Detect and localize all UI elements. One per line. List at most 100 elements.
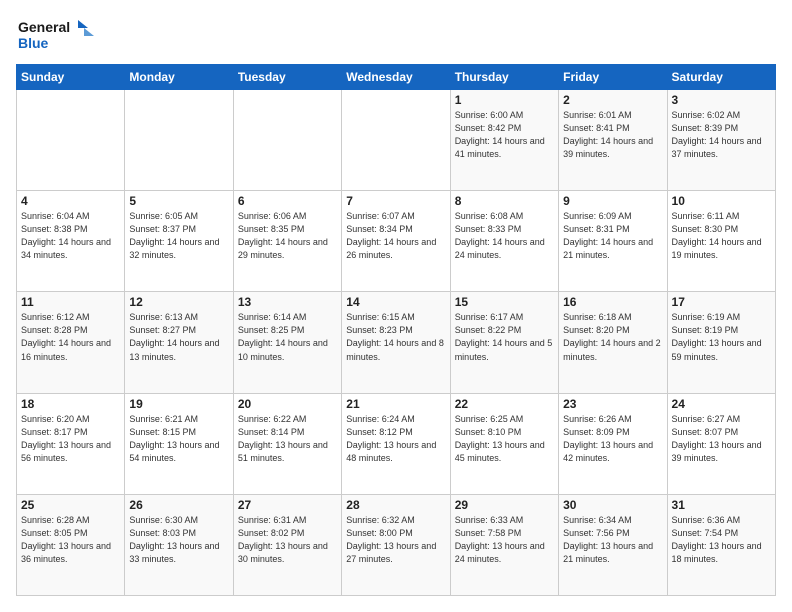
calendar-cell: 23 Sunrise: 6:26 AM Sunset: 8:09 PM Dayli…: [559, 393, 667, 494]
day-info: Sunrise: 6:09 AM Sunset: 8:31 PM Dayligh…: [563, 210, 662, 262]
day-number: 2: [563, 93, 662, 107]
day-info: Sunrise: 6:13 AM Sunset: 8:27 PM Dayligh…: [129, 311, 228, 363]
calendar-cell: 10 Sunrise: 6:11 AM Sunset: 8:30 PM Dayli…: [667, 191, 775, 292]
day-info: Sunrise: 6:11 AM Sunset: 8:30 PM Dayligh…: [672, 210, 771, 262]
day-info: Sunrise: 6:02 AM Sunset: 8:39 PM Dayligh…: [672, 109, 771, 161]
week-row-4: 18 Sunrise: 6:20 AM Sunset: 8:17 PM Dayli…: [17, 393, 776, 494]
day-number: 9: [563, 194, 662, 208]
day-number: 1: [455, 93, 554, 107]
svg-text:General: General: [18, 19, 70, 35]
week-row-1: 1Sunrise: 6:00 AM Sunset: 8:42 PM Daylig…: [17, 90, 776, 191]
day-info: Sunrise: 6:30 AM Sunset: 8:03 PM Dayligh…: [129, 514, 228, 566]
day-info: Sunrise: 6:27 AM Sunset: 8:07 PM Dayligh…: [672, 413, 771, 465]
day-info: Sunrise: 6:31 AM Sunset: 8:02 PM Dayligh…: [238, 514, 337, 566]
day-info: Sunrise: 6:21 AM Sunset: 8:15 PM Dayligh…: [129, 413, 228, 465]
day-number: 6: [238, 194, 337, 208]
day-number: 8: [455, 194, 554, 208]
day-number: 13: [238, 295, 337, 309]
weekday-tuesday: Tuesday: [233, 65, 341, 90]
calendar-cell: 29Sunrise: 6:33 AM Sunset: 7:58 PM Dayli…: [450, 494, 558, 595]
day-number: 14: [346, 295, 445, 309]
day-number: 7: [346, 194, 445, 208]
day-number: 19: [129, 397, 228, 411]
day-number: 16: [563, 295, 662, 309]
weekday-header-row: SundayMondayTuesdayWednesdayThursdayFrid…: [17, 65, 776, 90]
calendar-cell: 16Sunrise: 6:18 AM Sunset: 8:20 PM Dayli…: [559, 292, 667, 393]
calendar-cell: 22Sunrise: 6:25 AM Sunset: 8:10 PM Dayli…: [450, 393, 558, 494]
day-info: Sunrise: 6:05 AM Sunset: 8:37 PM Dayligh…: [129, 210, 228, 262]
calendar-cell: 1Sunrise: 6:00 AM Sunset: 8:42 PM Daylig…: [450, 90, 558, 191]
day-info: Sunrise: 6:17 AM Sunset: 8:22 PM Dayligh…: [455, 311, 554, 363]
day-number: 17: [672, 295, 771, 309]
day-info: Sunrise: 6:24 AM Sunset: 8:12 PM Dayligh…: [346, 413, 445, 465]
day-number: 24: [672, 397, 771, 411]
day-number: 30: [563, 498, 662, 512]
calendar-cell: 19 Sunrise: 6:21 AM Sunset: 8:15 PM Dayli…: [125, 393, 233, 494]
logo-icon: GeneralBlue: [16, 16, 96, 56]
day-info: Sunrise: 6:04 AM Sunset: 8:38 PM Dayligh…: [21, 210, 120, 262]
calendar-cell: 2 Sunrise: 6:01 AM Sunset: 8:41 PM Daylig…: [559, 90, 667, 191]
calendar-cell: 13Sunrise: 6:14 AM Sunset: 8:25 PM Dayli…: [233, 292, 341, 393]
day-number: 15: [455, 295, 554, 309]
calendar-cell: 17Sunrise: 6:19 AM Sunset: 8:19 PM Dayli…: [667, 292, 775, 393]
calendar-cell: 7 Sunrise: 6:07 AM Sunset: 8:34 PM Daylig…: [342, 191, 450, 292]
calendar-table: SundayMondayTuesdayWednesdayThursdayFrid…: [16, 64, 776, 596]
logo: GeneralBlue: [16, 16, 96, 56]
day-info: Sunrise: 6:20 AM Sunset: 8:17 PM Dayligh…: [21, 413, 120, 465]
day-info: Sunrise: 6:12 AM Sunset: 8:28 PM Dayligh…: [21, 311, 120, 363]
week-row-3: 11 Sunrise: 6:12 AM Sunset: 8:28 PM Dayli…: [17, 292, 776, 393]
calendar-cell: 5 Sunrise: 6:05 AM Sunset: 8:37 PM Daylig…: [125, 191, 233, 292]
weekday-saturday: Saturday: [667, 65, 775, 90]
calendar-cell: 3 Sunrise: 6:02 AM Sunset: 8:39 PM Daylig…: [667, 90, 775, 191]
day-info: Sunrise: 6:06 AM Sunset: 8:35 PM Dayligh…: [238, 210, 337, 262]
calendar-cell: 4 Sunrise: 6:04 AM Sunset: 8:38 PM Daylig…: [17, 191, 125, 292]
page: GeneralBlue SundayMondayTuesdayWednesday…: [0, 0, 792, 612]
week-row-5: 25 Sunrise: 6:28 AM Sunset: 8:05 PM Dayli…: [17, 494, 776, 595]
day-number: 22: [455, 397, 554, 411]
day-number: 27: [238, 498, 337, 512]
day-info: Sunrise: 6:26 AM Sunset: 8:09 PM Dayligh…: [563, 413, 662, 465]
day-number: 29: [455, 498, 554, 512]
calendar-cell: [233, 90, 341, 191]
calendar-cell: 25 Sunrise: 6:28 AM Sunset: 8:05 PM Dayli…: [17, 494, 125, 595]
day-number: 28: [346, 498, 445, 512]
day-number: 10: [672, 194, 771, 208]
day-info: Sunrise: 6:34 AM Sunset: 7:56 PM Dayligh…: [563, 514, 662, 566]
day-number: 18: [21, 397, 120, 411]
day-info: Sunrise: 6:28 AM Sunset: 8:05 PM Dayligh…: [21, 514, 120, 566]
calendar-cell: 20 Sunrise: 6:22 AM Sunset: 8:14 PM Dayli…: [233, 393, 341, 494]
weekday-friday: Friday: [559, 65, 667, 90]
day-info: Sunrise: 6:22 AM Sunset: 8:14 PM Dayligh…: [238, 413, 337, 465]
calendar-cell: 27 Sunrise: 6:31 AM Sunset: 8:02 PM Dayli…: [233, 494, 341, 595]
day-number: 12: [129, 295, 228, 309]
calendar-cell: 31Sunrise: 6:36 AM Sunset: 7:54 PM Dayli…: [667, 494, 775, 595]
weekday-wednesday: Wednesday: [342, 65, 450, 90]
weekday-monday: Monday: [125, 65, 233, 90]
day-info: Sunrise: 6:36 AM Sunset: 7:54 PM Dayligh…: [672, 514, 771, 566]
calendar-cell: 21 Sunrise: 6:24 AM Sunset: 8:12 PM Dayli…: [342, 393, 450, 494]
day-info: Sunrise: 6:01 AM Sunset: 8:41 PM Dayligh…: [563, 109, 662, 161]
calendar-cell: 18 Sunrise: 6:20 AM Sunset: 8:17 PM Dayli…: [17, 393, 125, 494]
day-info: Sunrise: 6:32 AM Sunset: 8:00 PM Dayligh…: [346, 514, 445, 566]
calendar-cell: 8Sunrise: 6:08 AM Sunset: 8:33 PM Daylig…: [450, 191, 558, 292]
day-number: 23: [563, 397, 662, 411]
week-row-2: 4 Sunrise: 6:04 AM Sunset: 8:38 PM Daylig…: [17, 191, 776, 292]
day-number: 25: [21, 498, 120, 512]
day-number: 20: [238, 397, 337, 411]
calendar-cell: 24 Sunrise: 6:27 AM Sunset: 8:07 PM Dayli…: [667, 393, 775, 494]
calendar-cell: 9 Sunrise: 6:09 AM Sunset: 8:31 PM Daylig…: [559, 191, 667, 292]
day-info: Sunrise: 6:07 AM Sunset: 8:34 PM Dayligh…: [346, 210, 445, 262]
weekday-thursday: Thursday: [450, 65, 558, 90]
calendar-cell: [17, 90, 125, 191]
weekday-sunday: Sunday: [17, 65, 125, 90]
day-number: 4: [21, 194, 120, 208]
calendar-cell: 26 Sunrise: 6:30 AM Sunset: 8:03 PM Dayli…: [125, 494, 233, 595]
day-number: 5: [129, 194, 228, 208]
day-number: 26: [129, 498, 228, 512]
calendar-cell: 30 Sunrise: 6:34 AM Sunset: 7:56 PM Dayli…: [559, 494, 667, 595]
day-number: 21: [346, 397, 445, 411]
day-number: 11: [21, 295, 120, 309]
header: GeneralBlue: [16, 16, 776, 56]
day-number: 3: [672, 93, 771, 107]
calendar-cell: 15 Sunrise: 6:17 AM Sunset: 8:22 PM Dayli…: [450, 292, 558, 393]
